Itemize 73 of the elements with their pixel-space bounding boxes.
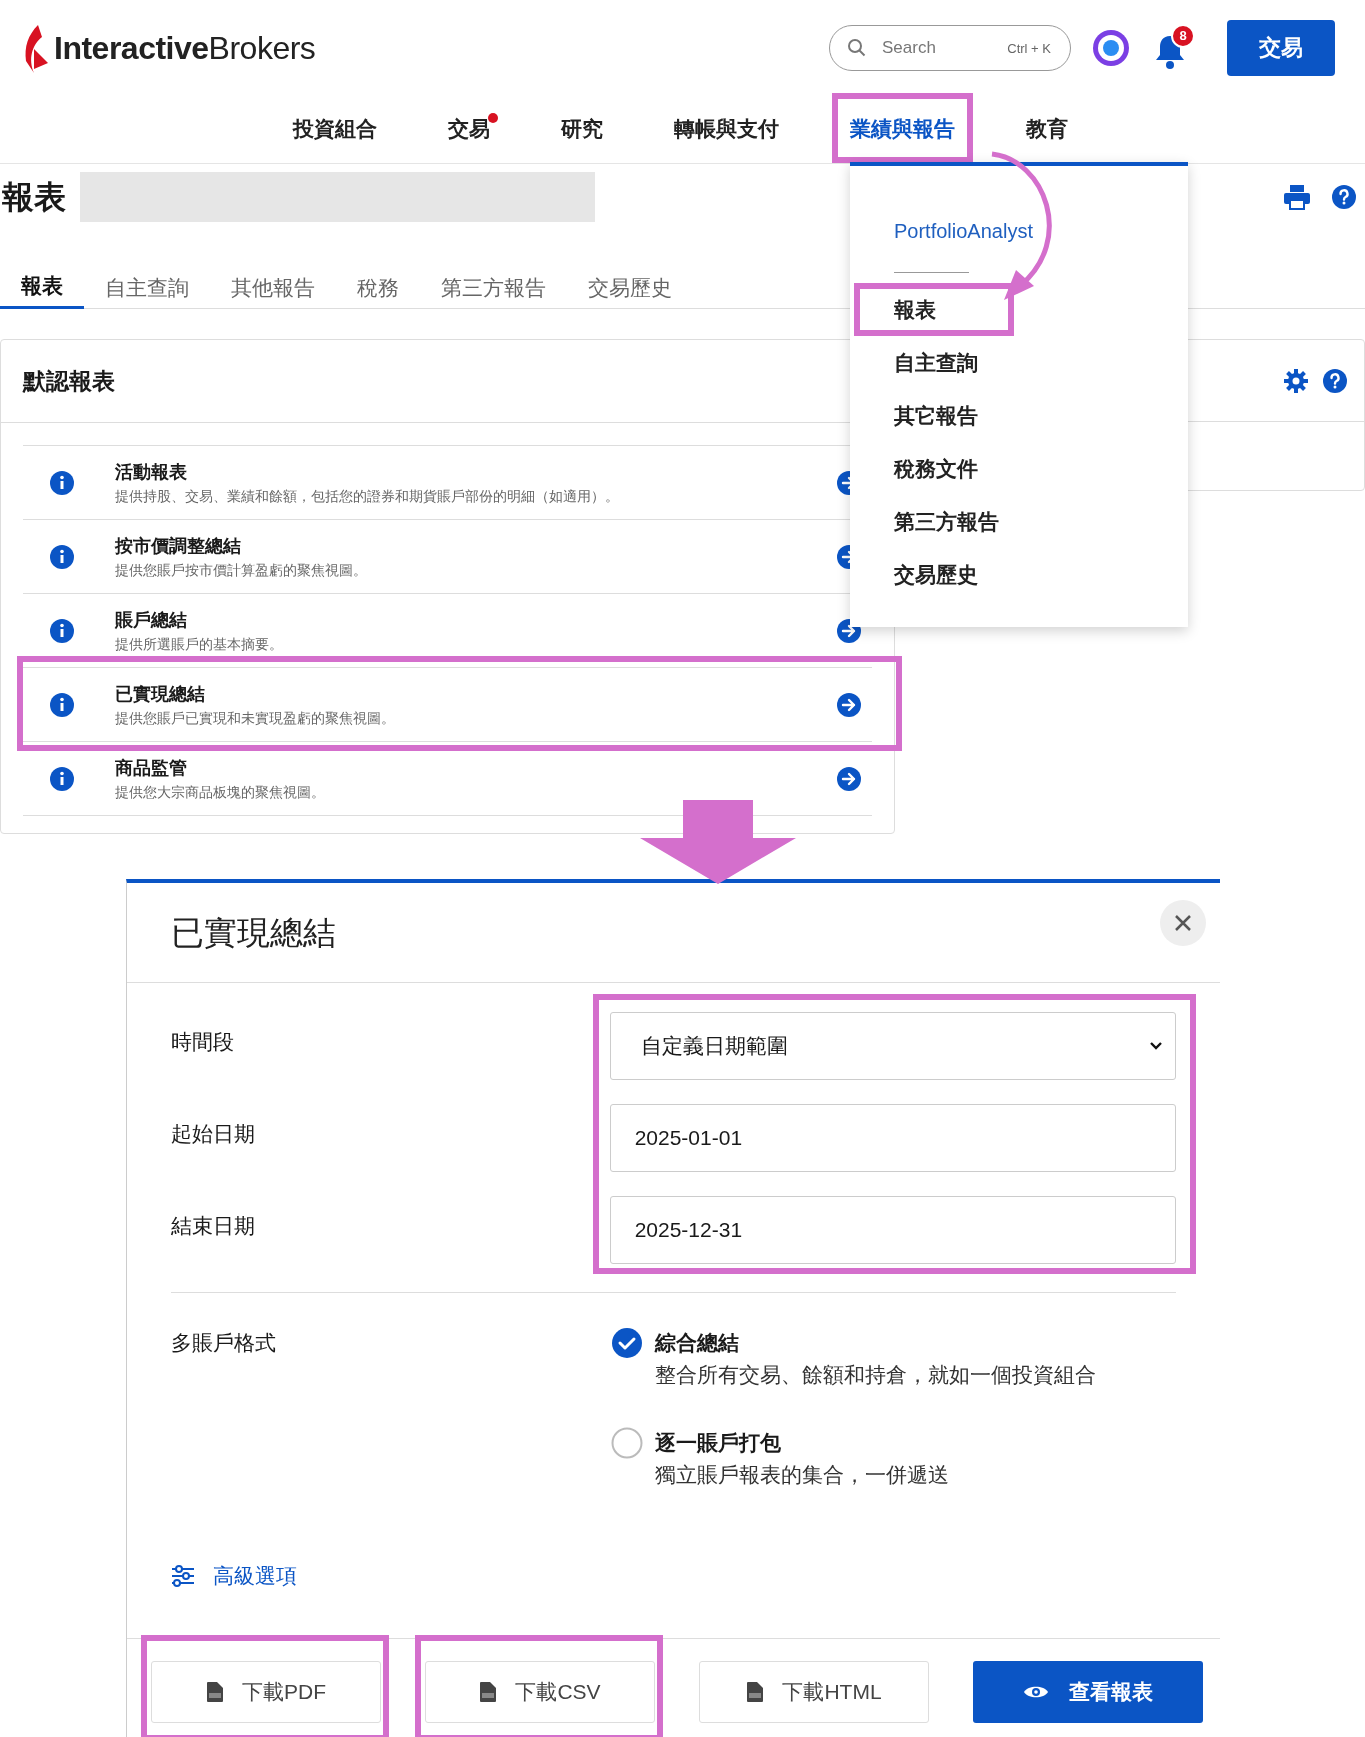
field-label: 起始日期 — [171, 1121, 256, 1147]
option-description: 獨立賬戶報表的集合，一併遞送 — [655, 1462, 949, 1488]
view-report-button[interactable]: 查看報表 — [973, 1661, 1203, 1723]
report-description: 提供您大宗商品板塊的聚焦視圖。 — [115, 782, 326, 802]
date-field[interactable]: 2025-01-01 — [609, 1104, 1176, 1172]
report-description: 提供您賬戶已實現和未實現盈虧的聚焦視圖。 — [115, 708, 396, 728]
info-icon — [49, 691, 75, 718]
nav-item[interactable]: 研究 — [561, 117, 603, 141]
menu-item[interactable]: 交易歷史 — [894, 558, 978, 591]
field-label: 時間段 — [171, 1029, 235, 1055]
period-select[interactable]: 自定義日期範圍 — [609, 1012, 1176, 1080]
info-icon — [49, 765, 75, 792]
tab[interactable]: 其他報告 — [210, 266, 336, 309]
report-title[interactable]: 賬戶總結 — [115, 606, 836, 633]
info-icon — [49, 543, 75, 570]
close-icon — [1174, 913, 1192, 932]
report-description: 提供您賬戶按市價計算盈虧的聚焦視圖。 — [115, 560, 368, 580]
arrow-right-icon[interactable] — [836, 691, 862, 718]
download-button[interactable]: 下載CSV — [425, 1661, 655, 1723]
help-icon[interactable] — [1322, 367, 1348, 394]
trade-button[interactable]: 交易 — [1227, 19, 1335, 76]
sliders-icon — [171, 1565, 195, 1587]
report-description: 提供持股、交易、業績和餘額，包括您的證券和期貨賬戶部份的明細（如適用）。 — [115, 486, 620, 506]
option-title: 綜合總結 — [655, 1330, 740, 1356]
page-title: 報表 — [2, 178, 67, 217]
nav-item[interactable]: 交易 — [448, 117, 490, 141]
print-icon[interactable] — [1283, 184, 1311, 210]
file-icon — [746, 1681, 765, 1703]
field-label: 結束日期 — [171, 1213, 256, 1239]
info-icon — [49, 617, 75, 644]
download-button[interactable]: 下載PDF — [151, 1661, 381, 1723]
portfolioanalyst-link[interactable]: PortfolioAnalyst — [894, 220, 1033, 242]
report-title[interactable]: 商品監管 — [115, 754, 836, 781]
menu-item[interactable]: 第三方報告 — [894, 505, 999, 538]
shortcut-hint: Ctrl + K — [1007, 39, 1051, 58]
tab[interactable]: 稅務 — [336, 266, 420, 309]
arrow-right-icon[interactable] — [836, 765, 862, 792]
option-title: 逐一賬戶打包 — [655, 1430, 782, 1456]
tab[interactable]: 報表 — [0, 266, 84, 309]
tab[interactable]: 自主查詢 — [84, 266, 210, 309]
date-field[interactable]: 2025-12-31 — [609, 1196, 1176, 1264]
option-description: 整合所有交易、餘額和持倉，就如一個投資組合 — [655, 1362, 1096, 1388]
report-title[interactable]: 活動報表 — [115, 458, 836, 485]
menu-item[interactable]: 自主查詢 — [894, 346, 978, 379]
notification-badge: 8 — [1171, 23, 1195, 48]
card-title: 默認報表 — [23, 366, 115, 396]
modal-title: 已實現總結 — [171, 912, 336, 953]
tab[interactable]: 交易歷史 — [567, 266, 693, 309]
file-icon — [206, 1681, 224, 1703]
menu-item[interactable]: 其它報告 — [894, 399, 978, 432]
nav-item[interactable]: 教育 — [1026, 117, 1068, 141]
close-button[interactable] — [1160, 899, 1206, 946]
search-icon — [847, 37, 867, 58]
download-button[interactable]: 下載HTML — [699, 1661, 929, 1723]
advanced-options-link[interactable]: 高級選項 — [213, 1560, 297, 1592]
report-title[interactable]: 已實現總結 — [115, 680, 836, 707]
nav-item[interactable]: 業績與報告 — [850, 117, 955, 141]
assistant-icon[interactable] — [1091, 27, 1131, 68]
nav-item[interactable]: 投資組合 — [293, 117, 377, 141]
file-icon — [479, 1681, 498, 1703]
radio-button[interactable] — [611, 1427, 643, 1459]
radio-checked[interactable] — [611, 1327, 643, 1359]
help-icon[interactable] — [1331, 184, 1357, 210]
report-title[interactable]: 按市價調整總結 — [115, 532, 836, 559]
report-description: 提供所選賬戶的基本摘要。 — [115, 634, 284, 654]
logo-text: InteractiveBrokers — [54, 28, 316, 68]
field-label: 多賬戶格式 — [171, 1330, 277, 1356]
menu-item[interactable]: 稅務文件 — [894, 452, 978, 485]
info-icon — [49, 469, 75, 496]
chevron-down-icon — [1149, 1041, 1163, 1051]
nav-item[interactable]: 轉帳與支付 — [674, 117, 779, 141]
menu-item[interactable]: 報表 — [894, 293, 936, 326]
tab[interactable]: 第三方報告 — [420, 266, 567, 309]
